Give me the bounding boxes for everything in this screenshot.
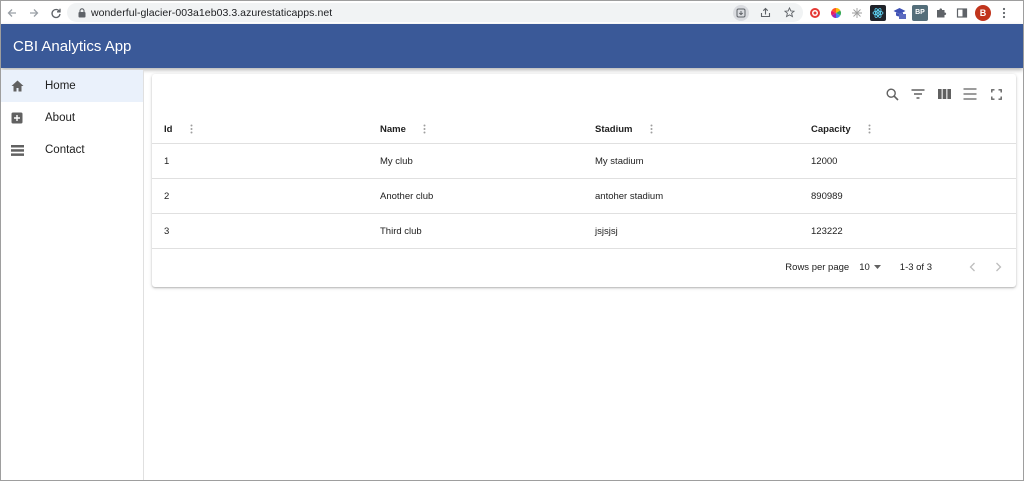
browser-window: wonderful-glacier-003a1eb03.3.azurestati…	[0, 0, 1024, 481]
column-menu-icon[interactable]	[420, 124, 430, 134]
cell-stadium[interactable]: My stadium	[595, 144, 644, 179]
cell-stadium[interactable]: antoher stadium	[595, 179, 663, 214]
column-menu-icon[interactable]	[646, 124, 656, 134]
fullscreen-icon[interactable]	[988, 86, 1004, 102]
address-bar[interactable]: wonderful-glacier-003a1eb03.3.azurestati…	[67, 3, 803, 22]
lock-icon	[73, 7, 91, 18]
bookmark-star-icon[interactable]	[781, 5, 797, 21]
caret-down-icon	[874, 265, 882, 269]
search-icon[interactable]	[884, 86, 900, 102]
cell-name[interactable]: Another club	[380, 179, 433, 214]
cell-capacity[interactable]: 123222	[811, 214, 843, 249]
react-devtools-icon[interactable]	[870, 4, 886, 21]
graduation-cap-extension-icon[interactable]	[891, 5, 907, 21]
density-icon[interactable]	[962, 86, 978, 102]
data-grid: Id Name Stadium Capacity 1 My club My st…	[152, 74, 1016, 287]
grid-header-row: Id Name Stadium Capacity	[152, 114, 1016, 144]
previous-page-button[interactable]	[964, 259, 980, 275]
filter-icon[interactable]	[910, 86, 926, 102]
profile-avatar[interactable]: B	[975, 4, 991, 21]
column-menu-icon[interactable]	[186, 124, 196, 134]
cell-capacity[interactable]: 12000	[811, 144, 837, 179]
chevron-right-icon	[995, 262, 1001, 272]
sidebar-item-home[interactable]: Home	[1, 70, 143, 102]
home-icon	[9, 78, 25, 94]
back-button[interactable]	[1, 1, 23, 24]
extensions-bar: BP B	[807, 4, 1012, 21]
grid-toolbar	[884, 84, 1004, 104]
install-app-icon[interactable]	[733, 4, 749, 21]
cell-id[interactable]: 2	[164, 179, 169, 214]
sidebar-item-label: Contact	[45, 144, 85, 156]
cell-name[interactable]: Third club	[380, 214, 422, 249]
column-header-stadium[interactable]: Stadium	[595, 114, 656, 144]
column-header-id[interactable]: Id	[164, 114, 196, 144]
sidebar-item-about[interactable]: About	[1, 102, 143, 134]
app-title: CBI Analytics App	[13, 37, 132, 55]
color-wheel-extension-icon[interactable]	[828, 5, 844, 21]
columns-icon[interactable]	[936, 86, 952, 102]
back-arrow-icon	[7, 8, 16, 17]
sidebar-nav: Home About Contact	[1, 70, 144, 480]
table-row[interactable]: 1 My club My stadium 12000	[152, 144, 1016, 179]
sidebar-item-contact[interactable]: Contact	[1, 134, 143, 166]
url-text: wonderful-glacier-003a1eb03.3.azurestati…	[91, 6, 333, 19]
browser-menu-icon[interactable]	[996, 5, 1012, 21]
rows-per-page-label: Rows per page	[785, 261, 850, 273]
forward-button[interactable]	[23, 1, 45, 24]
chevron-left-icon	[969, 262, 975, 272]
app-header: CBI Analytics App	[1, 24, 1023, 68]
add-box-icon	[9, 110, 25, 126]
cell-id[interactable]: 3	[164, 214, 169, 249]
puzzle-extensions-icon[interactable]	[933, 5, 949, 21]
target-extension-icon[interactable]	[807, 5, 823, 21]
sidebar-item-label: About	[45, 112, 76, 124]
table-row[interactable]: 3 Third club jsjsjsj 123222	[152, 214, 1016, 249]
next-page-button[interactable]	[990, 259, 1006, 275]
table-row[interactable]: 2 Another club antoher stadium 890989	[152, 179, 1016, 214]
cell-name[interactable]: My club	[380, 144, 413, 179]
cell-id[interactable]: 1	[164, 144, 169, 179]
side-panel-icon[interactable]	[954, 5, 970, 21]
column-menu-icon[interactable]	[865, 124, 875, 134]
browser-toolbar: wonderful-glacier-003a1eb03.3.azurestati…	[1, 1, 1023, 24]
grid-body: 1 My club My stadium 12000 2 Another clu…	[152, 144, 1016, 249]
grid-pagination: Rows per page 10 1-3 of 3	[152, 249, 1016, 285]
reload-button[interactable]	[45, 1, 67, 24]
reload-icon	[51, 8, 61, 18]
cell-stadium[interactable]: jsjsjsj	[595, 214, 618, 249]
sparkle-extension-icon[interactable]	[849, 5, 865, 21]
list-icon	[9, 142, 25, 158]
pagination-range: 1-3 of 3	[899, 261, 932, 273]
share-icon[interactable]	[757, 5, 773, 21]
bp-extension-icon[interactable]: BP	[912, 4, 928, 21]
column-header-name[interactable]: Name	[380, 114, 430, 144]
rows-per-page-select[interactable]: 10	[859, 262, 882, 273]
sidebar-item-label: Home	[45, 80, 76, 92]
cell-capacity[interactable]: 890989	[811, 179, 843, 214]
column-header-capacity[interactable]: Capacity	[811, 114, 875, 144]
forward-arrow-icon	[30, 8, 39, 17]
